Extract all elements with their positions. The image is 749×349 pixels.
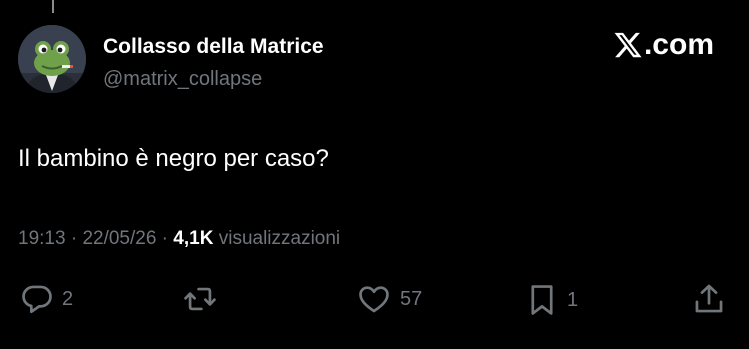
like-button[interactable]: 57	[356, 282, 422, 316]
author-display-name[interactable]: Collasso della Matrice	[103, 35, 324, 59]
bookmark-count: 1	[567, 288, 579, 311]
meta-separator: ·	[156, 228, 174, 249]
reply-icon	[22, 285, 52, 314]
x-com-watermark: .com	[613, 30, 714, 60]
share-button[interactable]	[692, 282, 726, 316]
reply-count: 2	[62, 287, 74, 310]
tweet-text: Il bambino è negro per caso?	[18, 145, 329, 172]
views-label: visualizzazioni	[213, 228, 341, 249]
tweet-time[interactable]: 19:13	[18, 228, 66, 249]
views-count: 4,1K	[173, 228, 214, 249]
thread-connector-line	[52, 0, 54, 13]
meta-separator: ·	[65, 228, 83, 249]
action-bar: 2 57 1	[0, 282, 749, 318]
bookmark-button[interactable]: 1	[525, 282, 578, 318]
like-count: 57	[400, 287, 423, 310]
tweet-meta: 19:13 · 22/05/26 · 4,1K visualizzazioni	[18, 228, 340, 250]
tweet-date[interactable]: 22/05/26	[82, 228, 156, 249]
share-icon	[695, 284, 723, 313]
heart-icon	[359, 286, 389, 313]
frog-avatar-image	[18, 25, 86, 93]
repost-button[interactable]	[182, 282, 226, 316]
author-handle[interactable]: @matrix_collapse	[103, 68, 262, 91]
reply-button[interactable]: 2	[20, 282, 73, 316]
repost-icon	[184, 287, 216, 311]
brand-domain-suffix: .com	[643, 28, 714, 61]
x-logo-icon	[614, 32, 642, 58]
bookmark-icon	[531, 285, 553, 315]
avatar[interactable]	[18, 25, 86, 93]
